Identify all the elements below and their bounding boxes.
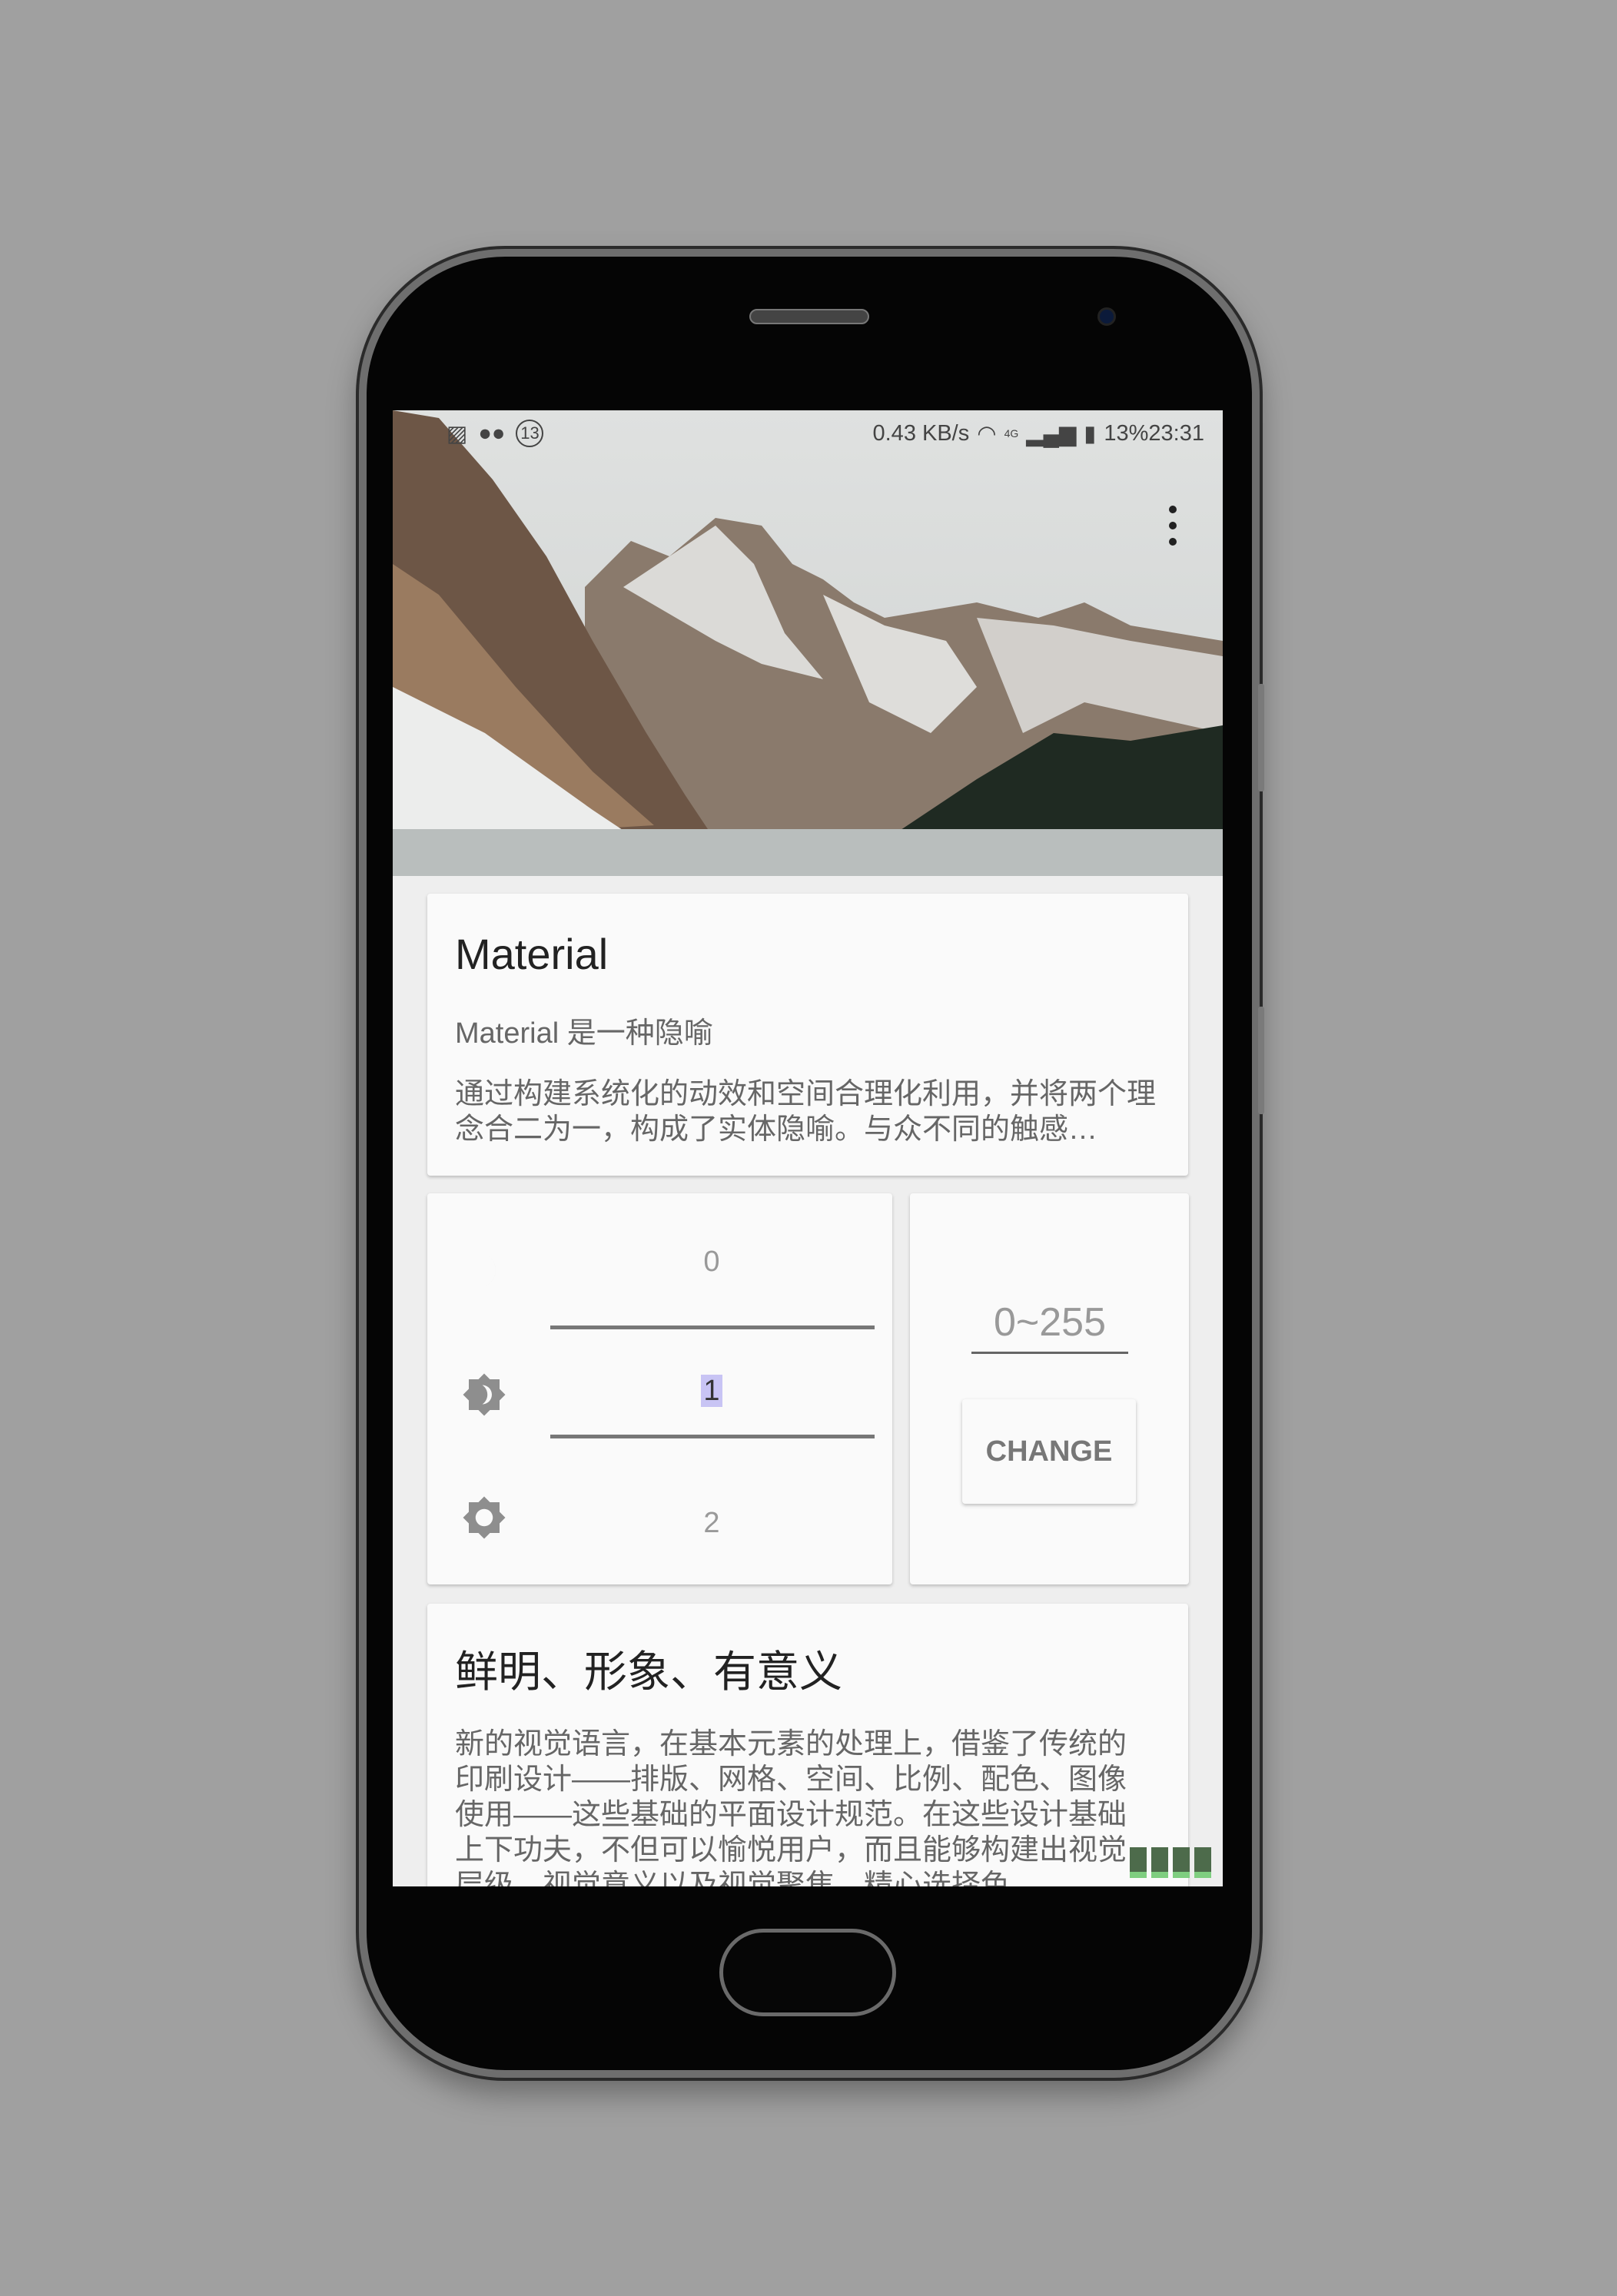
material-card[interactable]: Material Material 是一种隐喻 通过构建系统化的动效和空间合理化… [427,894,1188,1176]
card-subtitle: Material 是一种隐喻 [455,1017,713,1050]
picker-divider [550,1326,875,1329]
night-mode-icon [478,1253,496,1288]
day-mode-icon [463,1496,506,1539]
range-card: 0~255 CHANGE [910,1193,1189,1584]
card-body: 通过构建系统化的动效和空间合理化利用，并将两个理念合二为一，构成了实体隐喻。与众… [455,1078,1157,1146]
signal-icon: ▂▄▆ [1026,421,1077,446]
net-speed: 0.43 KB/s [872,420,970,446]
more-vert-icon[interactable] [1161,503,1184,549]
volume-button [1258,684,1264,791]
power-button [1258,1007,1264,1114]
meaning-card[interactable]: 鲜明、形象、有意义 新的视觉语言，在基本元素的处理上，借鉴了传统的印刷设计——排… [427,1604,1188,1886]
picker-divider [550,1435,875,1438]
range-input[interactable]: 0~255 [971,1299,1128,1354]
front-camera [1097,307,1116,326]
earpiece-speaker [749,309,869,324]
gallery-icon: ▨ [447,421,468,446]
auto-brightness-icon [463,1373,506,1416]
mountain-landscape [393,410,1223,876]
home-button[interactable] [719,1929,896,2016]
card-body: 新的视觉语言，在基本元素的处理上，借鉴了传统的印刷设计——排版、网格、空间、比例… [455,1728,1127,1886]
gpu-profile-bars [1130,1847,1211,1878]
battery-icon: ▮ [1084,421,1097,446]
wechat-icon: ●● [478,420,506,446]
picker-option-2[interactable]: 2 [550,1507,873,1540]
selected-value: 1 [701,1375,722,1407]
battery-level: 13% [1104,420,1149,446]
change-button[interactable]: CHANGE [962,1399,1136,1504]
wifi-icon: ◠ [977,421,997,446]
network-type: 4G [1004,427,1019,440]
status-bar: ▨ ●● 13 0.43 KB/s ◠ 4G ▂▄▆ ▮ 13%23:31 [393,410,1223,456]
notification-count-icon: 13 [516,420,544,447]
picker-option-0[interactable]: 0 [550,1246,873,1279]
card-title: 鲜明、形象、有意义 [455,1647,842,1696]
app-screen: ▨ ●● 13 0.43 KB/s ◠ 4G ▂▄▆ ▮ 13%23:31 Ma… [393,410,1223,1886]
picker-option-1[interactable]: 1 [550,1375,873,1408]
header-image: ▨ ●● 13 0.43 KB/s ◠ 4G ▂▄▆ ▮ 13%23:31 [393,410,1223,876]
clock: 23:31 [1148,420,1204,446]
card-title: Material [455,930,609,978]
mode-picker-card: 0 1 2 [427,1193,892,1584]
